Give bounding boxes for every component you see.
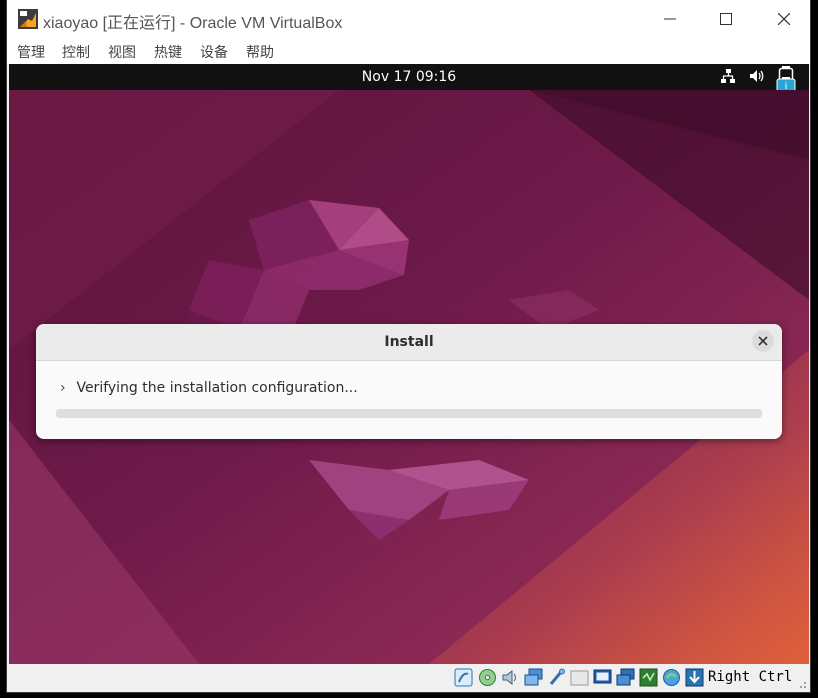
vm-status-bar: Right Ctrl bbox=[7, 664, 810, 692]
usb-icon[interactable] bbox=[547, 668, 566, 687]
virtualbox-window: xiaoyao [正在运行] - Oracle VM VirtualBox 管理… bbox=[7, 0, 810, 692]
close-icon bbox=[758, 336, 768, 346]
install-dialog-title: Install bbox=[384, 334, 434, 350]
maximize-button[interactable] bbox=[703, 4, 749, 34]
close-window-button[interactable] bbox=[761, 4, 807, 34]
window-title: xiaoyao [正在运行] - Oracle VM VirtualBox bbox=[43, 15, 343, 32]
install-dialog-close-button[interactable] bbox=[752, 330, 774, 352]
host-key-label: Right Ctrl bbox=[708, 669, 793, 685]
virtualbox-app-icon bbox=[18, 9, 38, 29]
maximize-icon bbox=[720, 13, 732, 25]
menu-control[interactable]: 控制 bbox=[62, 42, 90, 62]
hard-disk-icon[interactable] bbox=[454, 668, 473, 687]
minimize-icon bbox=[664, 18, 676, 20]
guest-clock[interactable]: Nov 17 09:16 bbox=[9, 69, 809, 85]
title-bar[interactable]: xiaoyao [正在运行] - Oracle VM VirtualBox bbox=[7, 0, 810, 38]
audio-icon[interactable] bbox=[501, 668, 520, 687]
install-status-text: Verifying the installation configuration… bbox=[76, 380, 358, 396]
guest-top-bar: Nov 17 09:16 i bbox=[9, 64, 809, 95]
display-icon[interactable] bbox=[593, 668, 612, 687]
host-key-arrow-icon[interactable] bbox=[685, 668, 704, 687]
minimize-button[interactable] bbox=[647, 4, 693, 34]
install-status-line[interactable]: › Verifying the installation configurati… bbox=[60, 380, 358, 396]
menu-help[interactable]: 帮助 bbox=[246, 42, 274, 62]
install-dialog: Install › Verifying the installation con… bbox=[36, 324, 782, 439]
install-dialog-header[interactable]: Install bbox=[36, 324, 782, 361]
vm-display[interactable]: Nov 17 09:16 i Install › Verifying the i… bbox=[9, 64, 809, 664]
network-status-icon[interactable] bbox=[720, 68, 736, 84]
menu-machine[interactable]: 管理 bbox=[17, 42, 45, 62]
chevron-right-icon[interactable]: › bbox=[60, 380, 72, 396]
shared-folders-icon[interactable] bbox=[570, 668, 589, 687]
mouse-integration-icon[interactable] bbox=[662, 668, 681, 687]
menu-view[interactable]: 视图 bbox=[108, 42, 136, 62]
resize-grip-icon[interactable] bbox=[797, 679, 807, 689]
network-icon[interactable] bbox=[524, 668, 543, 687]
volume-icon[interactable] bbox=[749, 68, 765, 84]
menu-devices[interactable]: 设备 bbox=[200, 42, 228, 62]
menu-hotkeys[interactable]: 热键 bbox=[154, 42, 182, 62]
optical-drive-icon[interactable] bbox=[478, 668, 497, 687]
video-capture-icon[interactable] bbox=[616, 668, 635, 687]
menu-bar: 管理 控制 视图 热键 设备 帮助 bbox=[7, 38, 810, 64]
close-icon bbox=[778, 13, 790, 25]
cpu-activity-icon[interactable] bbox=[639, 668, 658, 687]
install-progress-bar bbox=[56, 409, 762, 418]
